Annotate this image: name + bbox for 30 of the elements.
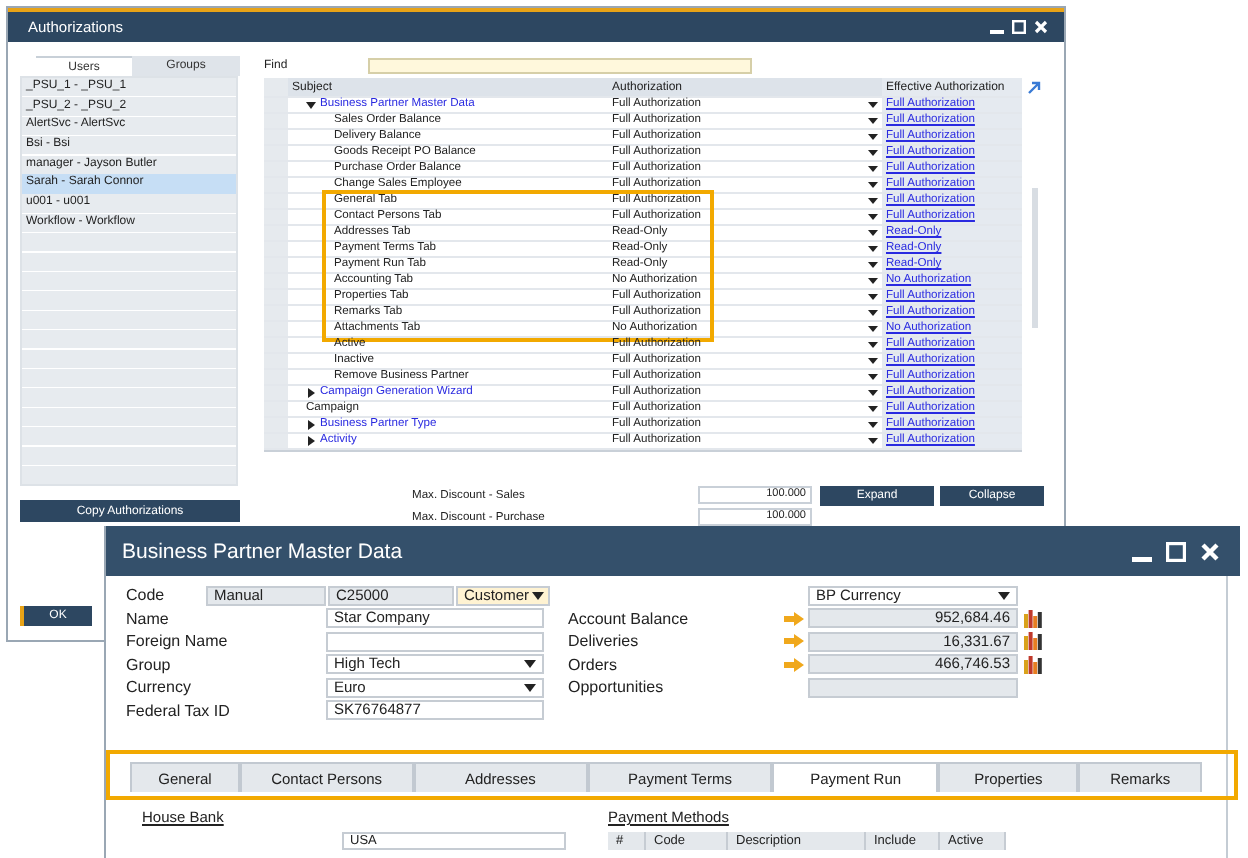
window-title: Business Partner Master Data <box>122 539 403 563</box>
maximize-icon[interactable] <box>1166 541 1186 561</box>
field-label: Orders <box>568 655 617 674</box>
field-label: Currency <box>126 678 193 697</box>
close-icon[interactable] <box>1200 541 1220 561</box>
bar-chart-icon[interactable] <box>1024 655 1042 674</box>
input-field[interactable] <box>326 631 544 652</box>
field-label: Opportunities <box>568 678 664 697</box>
collapsed-triangle-icon[interactable] <box>306 420 316 430</box>
field-label: Deliveries <box>568 632 639 651</box>
field-label: Account Balance <box>568 609 689 628</box>
field-label: Group <box>126 655 173 674</box>
expanded-triangle-icon[interactable] <box>306 100 316 110</box>
caret-icon[interactable] <box>524 660 536 669</box>
caret-icon[interactable] <box>532 591 544 600</box>
find-field[interactable] <box>368 58 752 74</box>
field-label: Name <box>126 609 171 628</box>
field-label: Code <box>126 586 167 605</box>
field-label: Foreign Name <box>126 632 230 651</box>
expand-arrow-icon[interactable] <box>1026 80 1042 96</box>
collapsed-triangle-icon[interactable] <box>306 436 316 446</box>
maximize-icon[interactable] <box>1012 20 1026 34</box>
close-icon[interactable] <box>1034 20 1048 34</box>
field-label: Federal Tax ID <box>126 701 232 720</box>
collapsed-triangle-icon[interactable] <box>306 388 316 398</box>
scrollbar-thumb[interactable] <box>1031 188 1037 328</box>
bar-chart-icon[interactable] <box>1024 609 1042 628</box>
bar-chart-icon[interactable] <box>1024 632 1042 651</box>
caret-icon[interactable] <box>998 591 1010 600</box>
caret-icon[interactable] <box>524 683 536 692</box>
